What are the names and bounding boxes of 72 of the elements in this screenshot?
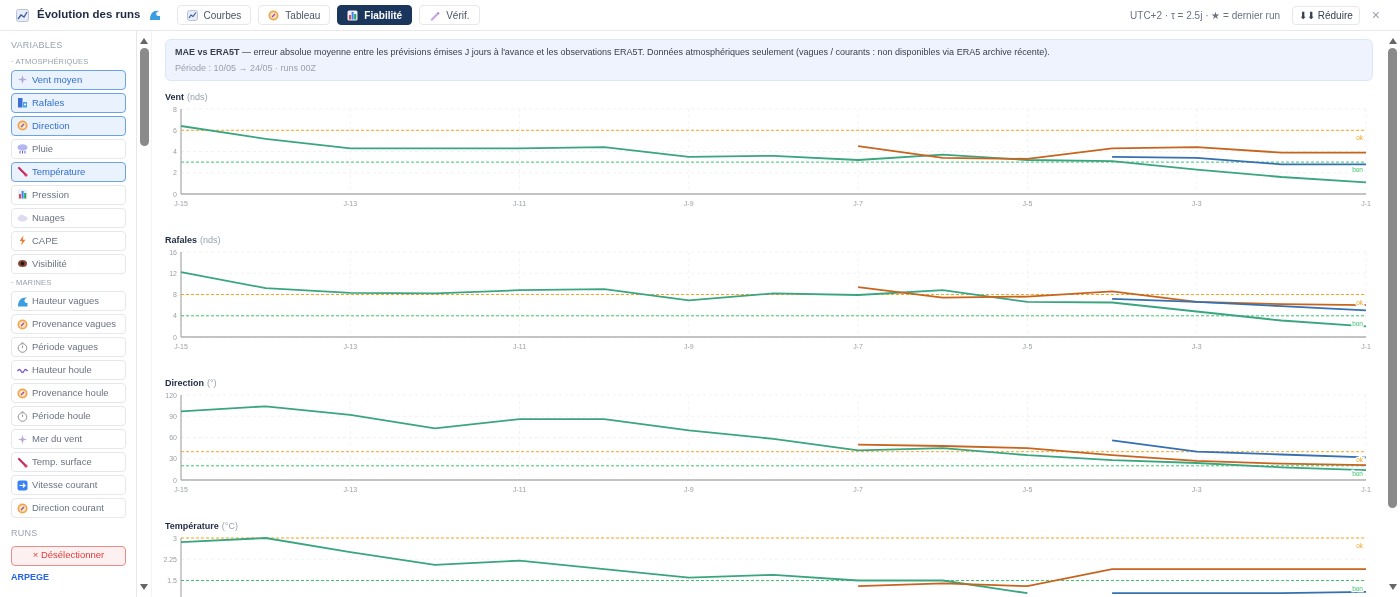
wave-icon [17,295,28,307]
scroll-down-icon[interactable] [140,584,148,590]
bar-chart-icon [17,189,28,201]
variable-toggle[interactable]: Nuages [11,207,126,228]
variable-toggle[interactable]: Vent moyen [11,69,126,90]
variable-toggle[interactable]: Hauteur vagues [11,291,126,311]
chart-icon [186,9,198,21]
chart-title: Rafales [165,234,198,246]
scroll-up-icon[interactable] [140,38,148,44]
info-text: MAE vs ERA5T — erreur absolue moyenne entre les prévisions émises J jours à l'avance et les observations ERA5T. Données atmosphériques seulement (vagues / courants : non disponibles via ERA5 archive récente). [175,46,1051,59]
lightning-icon [17,235,28,247]
variable-toggle[interactable]: Mer du vent [11,429,126,449]
close-button[interactable]: × [1367,8,1384,22]
thermometer-icon [17,456,28,468]
stopwatch-icon [17,341,28,353]
compass-icon [17,387,28,399]
variable-toggle[interactable]: Direction [11,115,126,136]
variable-toggle[interactable]: Provenance vagues [11,314,126,334]
chart-icon [16,8,29,22]
wind-icon [17,433,28,445]
chart-title: Température [165,520,219,532]
variable-toggle[interactable]: Hauteur houle [11,360,126,380]
stopwatch-icon [17,410,28,422]
scrollbar-thumb[interactable] [1388,48,1397,508]
tab[interactable]: Fiabilité [337,5,413,25]
variable-toggle[interactable]: Période vagues [11,337,126,357]
unit-label: (°) [207,377,217,389]
variable-toggle[interactable]: Temp. surface [11,452,126,472]
variable-toggle[interactable]: Rafales [11,92,126,113]
bar-chart-icon [347,9,359,21]
section-heading: RUNS [11,527,39,540]
unit-label: (nds) [200,234,221,246]
eye-icon [17,258,28,270]
variable-toggle[interactable]: Pression [11,184,126,205]
variable-toggle[interactable]: Direction courant [11,498,126,518]
bar-gauge-icon [17,97,28,109]
model-heading: ARPEGE [11,570,50,584]
thermometer-icon [17,166,28,178]
window-title: Évolution des runs [37,7,141,23]
variable-toggle[interactable]: Visibilité [11,253,126,274]
variable-toggle[interactable]: Période houle [11,406,126,426]
chart-title: Vent [165,91,184,103]
legend-text: UTC+2 · τ = 2.5j · ★ = dernier run [1130,8,1280,23]
compass-icon [17,502,28,514]
cloud-icon [17,212,28,224]
arrow-icon [17,479,28,491]
variable-toggle[interactable]: Vitesse courant [11,475,126,495]
unit-label: (°C) [221,520,238,532]
variable-toggle[interactable]: Provenance houle [11,383,126,403]
chart-title: Direction [165,377,204,389]
rain-cloud-icon [17,143,28,155]
scroll-down-icon[interactable] [1388,584,1397,590]
pencil-icon [429,9,441,21]
compass-icon [268,9,280,21]
period-text: Période : 10/05 → 24/05 · runs 00Z [175,62,318,75]
scroll-up-icon[interactable] [1388,38,1397,44]
compass-icon [17,318,28,330]
scrollbar-thumb[interactable] [139,48,149,146]
deselect-button[interactable]: × Désélectionner [11,545,126,566]
tab[interactable]: Tableau [258,5,331,25]
chart-axes [180,537,182,597]
unit-label: (nds) [187,91,208,103]
tab[interactable]: Vérif. [419,5,480,25]
wave-icon [148,9,161,21]
section-heading: VARIABLES [11,39,64,52]
variable-toggle[interactable]: Température [11,161,126,182]
tab[interactable]: Courbes [176,5,252,25]
variable-toggle[interactable]: CAPE [11,230,126,251]
collapse-button[interactable]: ⬇⬇ Réduire [1292,5,1360,25]
wind-icon [17,74,28,86]
variable-toggle[interactable]: Pluie [11,138,126,159]
compass-icon [17,120,28,132]
